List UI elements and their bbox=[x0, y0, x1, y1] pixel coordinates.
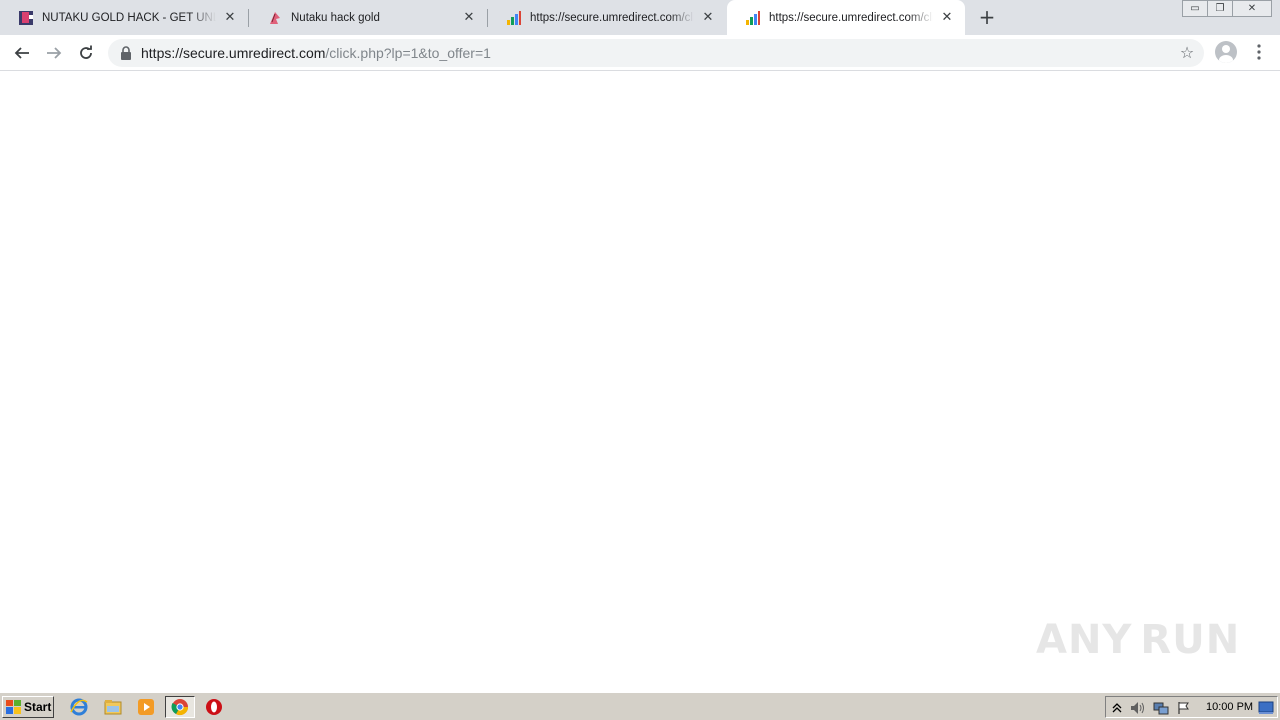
arrow-right-icon bbox=[47, 47, 62, 59]
bookmark-star-icon[interactable]: ☆ bbox=[1178, 44, 1196, 62]
windows-flag-icon bbox=[6, 700, 21, 714]
action-center-flag-icon[interactable] bbox=[1176, 700, 1192, 716]
tab-close-icon[interactable]: ✕ bbox=[939, 10, 955, 26]
show-hidden-icons-icon[interactable] bbox=[1109, 700, 1125, 716]
chrome-icon[interactable] bbox=[165, 696, 195, 718]
start-label: Start bbox=[24, 700, 52, 714]
show-desktop-icon[interactable] bbox=[1258, 700, 1274, 716]
new-tab-button[interactable]: + bbox=[976, 6, 998, 28]
tab-3[interactable]: https://secure.umredirect.com/click.php … bbox=[488, 0, 726, 35]
url-host: https://secure.umredirect.com bbox=[141, 45, 326, 61]
back-button[interactable] bbox=[8, 39, 36, 67]
watermark-right-text: RUN bbox=[1140, 617, 1241, 663]
tab-title: Nutaku hack gold bbox=[291, 11, 380, 24]
window-controls: ▭ ❐ ✕ bbox=[1182, 0, 1272, 18]
tab-2[interactable]: Nutaku hack gold ✕ bbox=[249, 0, 487, 35]
address-bar[interactable]: https://secure.umredirect.com/click.php?… bbox=[108, 39, 1204, 67]
url-path: /click.php?lp=1&to_offer=1 bbox=[325, 45, 491, 61]
close-window-button[interactable]: ✕ bbox=[1232, 0, 1272, 17]
file-explorer-icon[interactable] bbox=[102, 697, 124, 717]
page-content bbox=[0, 72, 1280, 692]
kebab-menu-icon[interactable] bbox=[1250, 39, 1268, 65]
tab-title: https://secure.umredirect.com/click.php bbox=[769, 11, 933, 24]
forward-button[interactable] bbox=[40, 39, 68, 67]
taskbar-clock[interactable]: 10:00 PM bbox=[1206, 701, 1253, 713]
tab-close-icon[interactable]: ✕ bbox=[700, 10, 716, 26]
tab-close-icon[interactable]: ✕ bbox=[222, 10, 238, 26]
url-text[interactable]: https://secure.umredirect.com/click.php?… bbox=[141, 45, 491, 61]
minimize-button[interactable]: ▭ bbox=[1182, 0, 1208, 17]
reload-button[interactable] bbox=[72, 39, 100, 67]
tab-title: https://secure.umredirect.com/click.php bbox=[530, 11, 694, 24]
tab-1[interactable]: NUTAKU GOLD HACK - GET UNLIMITED ✕ bbox=[0, 0, 248, 35]
internet-explorer-icon[interactable] bbox=[68, 697, 90, 717]
tab-strip: NUTAKU GOLD HACK - GET UNLIMITED ✕ Nutak… bbox=[0, 0, 1280, 35]
tab-4-active[interactable]: https://secure.umredirect.com/click.php … bbox=[727, 0, 965, 35]
bar-chart-favicon-icon bbox=[506, 10, 522, 26]
system-tray: 10:00 PM bbox=[1105, 696, 1278, 718]
nutaku-favicon-icon bbox=[18, 10, 34, 26]
media-player-icon[interactable] bbox=[135, 697, 157, 717]
profile-avatar-icon[interactable] bbox=[1215, 41, 1237, 63]
anyrun-watermark: ANY RUN bbox=[1036, 608, 1239, 672]
browser-toolbar: https://secure.umredirect.com/click.php?… bbox=[0, 35, 1280, 71]
watermark-left-text: ANY bbox=[1036, 617, 1133, 663]
tab-close-icon[interactable]: ✕ bbox=[461, 10, 477, 26]
opera-icon[interactable] bbox=[203, 697, 225, 717]
network-icon[interactable] bbox=[1153, 700, 1169, 716]
windows-taskbar: Start 10:00 PM bbox=[0, 692, 1280, 720]
reload-icon bbox=[80, 45, 92, 59]
pink-feather-favicon-icon bbox=[267, 10, 283, 26]
bar-chart-favicon-icon bbox=[745, 10, 761, 26]
speaker-volume-icon[interactable] bbox=[1130, 700, 1146, 716]
tab-title: NUTAKU GOLD HACK - GET UNLIMITED bbox=[42, 11, 216, 24]
arrow-left-icon bbox=[14, 47, 29, 59]
start-button[interactable]: Start bbox=[2, 696, 54, 718]
restore-button[interactable]: ❐ bbox=[1207, 0, 1233, 17]
lock-icon bbox=[121, 46, 131, 60]
